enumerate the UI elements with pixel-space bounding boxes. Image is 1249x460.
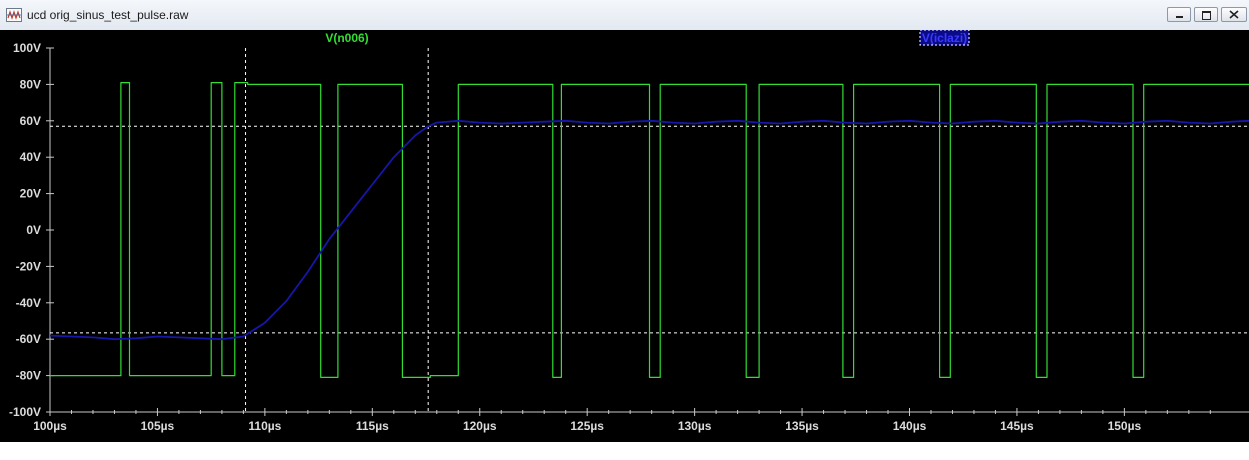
trace-label-v-iclazi: V(iclazi) [922,31,967,45]
close-icon [1229,10,1239,19]
y-tick-label: 40V [20,150,41,164]
y-tick-label: -60V [16,332,41,346]
x-tick-label: 145µs [1000,419,1034,433]
x-tick-label: 150µs [1108,419,1142,433]
window-bottom-border [0,442,1249,460]
x-tick-label: 110µs [248,419,281,433]
waveform-icon [6,8,22,22]
restore-button[interactable] [1194,7,1218,22]
y-tick-label: -80V [16,369,41,383]
window-title: ucd orig_sinus_test_pulse.raw [27,8,189,22]
restore-icon [1202,11,1211,20]
y-tick-label: 20V [20,187,41,201]
y-tick-label: -20V [16,259,41,273]
x-tick-label: 130µs [678,419,712,433]
y-tick-label: -100V [9,405,41,419]
x-tick-label: 100µs [33,419,67,433]
x-tick-label: 125µs [570,419,604,433]
y-tick-label: -40V [16,296,41,310]
x-tick-label: 120µs [463,419,497,433]
x-tick-label: 105µs [141,419,175,433]
y-tick-label: 60V [20,114,41,128]
x-tick-label: 135µs [785,419,819,433]
waveform-plot: -100V -80V -60V -40V -20V 0V 20V 40V 60V 80V 100V 1… [9,30,1249,433]
minimize-icon [1176,16,1183,18]
minimize-button[interactable] [1167,7,1191,22]
series-line-v-n006 [50,81,1249,378]
close-button[interactable] [1221,7,1247,22]
x-tick-label: 115µs [356,419,389,433]
y-tick-label: 80V [20,77,41,91]
y-tick-label: 100V [13,41,41,55]
window-titlebar: ucd orig_sinus_test_pulse.raw [0,0,1249,31]
y-tick-label: 0V [26,223,41,237]
x-tick-label: 140µs [893,419,927,433]
trace-label-v-n006: V(n006) [325,31,368,45]
